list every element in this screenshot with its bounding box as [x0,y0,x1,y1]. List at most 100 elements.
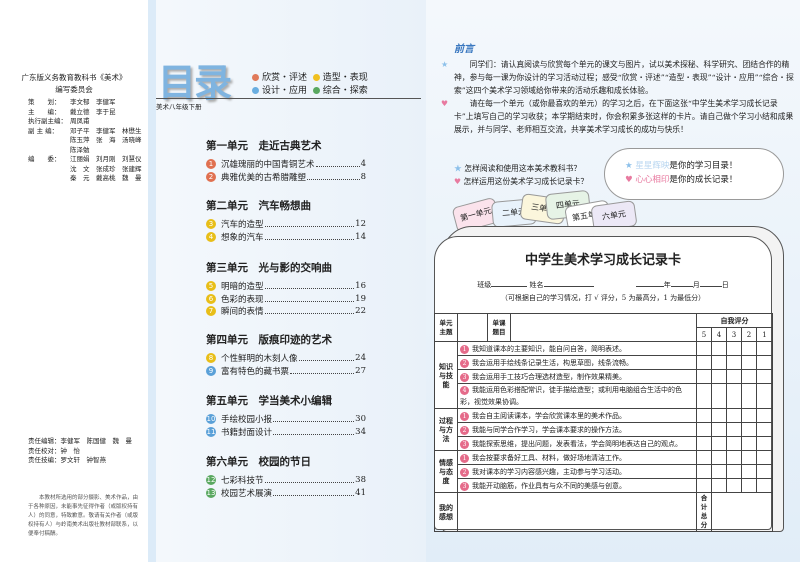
table-row: 3 我能探索思维，提出问题，发表看法，学会简明地表达自己的观点。 [435,436,774,451]
score-cell[interactable] [741,408,757,423]
total-score-field[interactable] [710,492,774,532]
score-cell[interactable] [755,355,774,370]
legend-label: 造型・表现 [322,73,368,83]
score-cell[interactable] [711,369,727,384]
score-cell[interactable] [726,408,742,423]
toc-item[interactable]: 5 明暗的造型 16 [206,280,366,292]
paragraph-text: 请在每一个单元（或你最喜欢的单元）的学习之后，在下面这张“中学生美术学习成长记录… [454,99,794,134]
heart-icon: ♥ [441,99,448,108]
toc-item[interactable]: 9 富有特色的藏书票 27 [206,365,366,377]
score-cell[interactable] [741,464,757,479]
criterion: 3 我能探索思维，提出问题，发表看法，学会简明地表达自己的观点。 [457,436,697,451]
toc-item[interactable]: 2 典雅优美的古希腊雕塑 8 [206,171,366,183]
score-header: 4 [711,327,727,342]
score-cell[interactable] [726,422,742,437]
credit-row: 编 委： 江丽娟 刘月刚 刘慧仪 [28,155,146,165]
score-cell[interactable] [696,383,712,409]
score-cell[interactable] [755,408,774,423]
score-cell[interactable] [741,355,757,370]
name-field[interactable] [543,286,594,287]
score-cell[interactable] [741,450,757,465]
score-cell[interactable] [755,341,774,356]
toc-item[interactable]: 3 汽车的造型 12 [206,218,366,230]
score-cell[interactable] [741,422,757,437]
table-row: 2 我对课本的学习内容感兴趣，主动参与学习活动。 [435,464,774,479]
score-cell[interactable] [755,383,774,409]
score-cell[interactable] [741,341,757,356]
score-header: 3 [726,327,742,342]
score-cell[interactable] [726,355,742,370]
score-cell[interactable] [741,369,757,384]
score-cell[interactable] [711,355,727,370]
category-label: 情感与态度 [434,450,458,493]
class-field[interactable] [491,286,528,287]
year-field[interactable] [635,286,664,287]
criterion-text: 我能运用色彩搭配常识，徒手描绘造型；或利用电脑组合生活中的色彩，视觉效果协调。 [460,386,682,406]
score-cell[interactable] [726,464,742,479]
toc-item[interactable]: 1 沉雄瑰丽的中国青铜艺术 4 [206,158,366,170]
score-cell[interactable] [741,478,757,493]
score-cell[interactable] [711,436,727,451]
score-cell[interactable] [696,369,712,384]
table-row: 2 我会运用手绘线条记录生活，构思草图，线条流畅。 [435,355,774,370]
page-number: 14 [355,231,366,242]
leader-dots [264,477,355,483]
score-cell[interactable] [755,478,774,493]
feelings-field[interactable] [457,492,697,532]
credit-row: 陈泽勉 [28,146,146,156]
growth-record-card: 中学生美术学习成长记录卡 班级 姓名 年 月 日 （可根据自己的学习情况，打 √ 评… [434,236,774,532]
score-cell[interactable] [726,369,742,384]
lesson-number-badge: 7 [206,306,216,316]
score-cell[interactable] [696,355,712,370]
score-cell[interactable] [711,422,727,437]
score-cell[interactable] [711,478,727,493]
score-cell[interactable] [711,408,727,423]
table-row: 3 我会运用手工技巧合理选材造型，制作效果精美。 [435,369,774,384]
score-cell[interactable] [755,422,774,437]
unit-heading: 第二单元 汽车畅想曲 [206,200,311,212]
toc-item[interactable]: 13 校园艺术展演 41 [206,487,366,499]
score-cell[interactable] [726,341,742,356]
score-cell[interactable] [711,464,727,479]
score-cell[interactable] [696,464,712,479]
score-cell[interactable] [696,478,712,493]
criterion: 4 我能运用色彩搭配常识，徒手描绘造型；或利用电脑组合生活中的色彩，视觉效果协调。 [457,383,697,409]
score-cell[interactable] [726,383,742,409]
score-cell[interactable] [711,341,727,356]
score-cell[interactable] [726,478,742,493]
score-cell[interactable] [696,436,712,451]
month-field[interactable] [670,286,693,287]
score-cell[interactable] [696,422,712,437]
toc-item[interactable]: 8 个性鲜明的木刻人像 24 [206,352,366,364]
score-cell[interactable] [711,383,727,409]
credit-role: 策 划： [28,98,61,106]
lesson-title-field[interactable] [510,313,697,342]
page-number: 27 [355,365,366,376]
credit-row: 策 划： 李文郁 李健军 [28,98,146,108]
unit-theme-field[interactable] [457,313,488,342]
criterion: 2 我能与同学合作学习，学会课本要求的操作方法。 [457,422,697,437]
score-cell[interactable] [696,408,712,423]
toc-item[interactable]: 6 色彩的表现 19 [206,293,366,305]
criterion: 3 我能开动脑筋，作业具有与众不同的美感与创意。 [457,478,697,493]
score-cell[interactable] [755,436,774,451]
score-cell[interactable] [696,341,712,356]
score-cell[interactable] [726,450,742,465]
score-cell[interactable] [755,464,774,479]
score-cell[interactable] [741,383,757,409]
score-cell[interactable] [741,436,757,451]
score-cell[interactable] [696,450,712,465]
score-cell[interactable] [755,450,774,465]
toc-item[interactable]: 11 书籍封面设计 34 [206,426,366,438]
day-field[interactable] [699,286,722,287]
toc-item[interactable]: 7 瞬间的表情 22 [206,305,366,317]
bubble-text: 是你的成长记录！ [669,175,738,185]
score-cell[interactable] [711,450,727,465]
toc-item[interactable]: 10 手绘校园小报 30 [206,413,366,425]
card-title: 中学生美术学习成长记录卡 [524,253,681,268]
score-cell[interactable] [755,369,774,384]
toc-item[interactable]: 4 想象的汽车 14 [206,231,366,243]
score-cell[interactable] [726,436,742,451]
lesson-title: 七彩科技节 [221,476,264,486]
toc-item[interactable]: 12 七彩科技节 38 [206,474,366,486]
